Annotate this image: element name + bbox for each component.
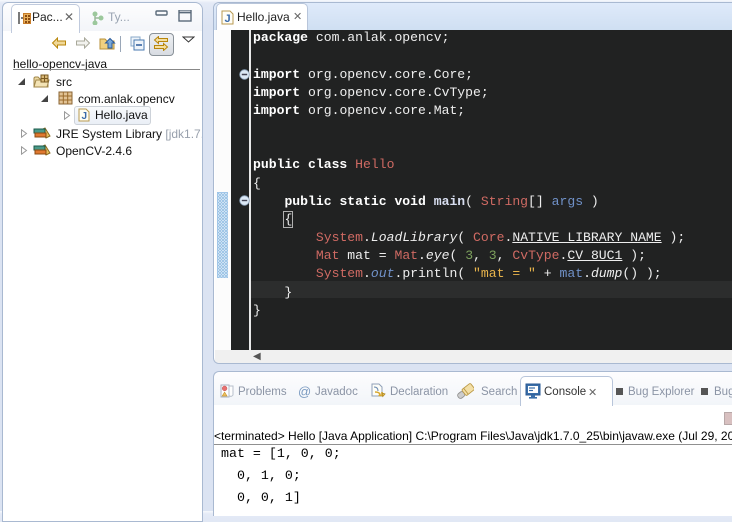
svg-text:J: J [82,111,88,122]
svg-text:J: J [225,13,231,25]
